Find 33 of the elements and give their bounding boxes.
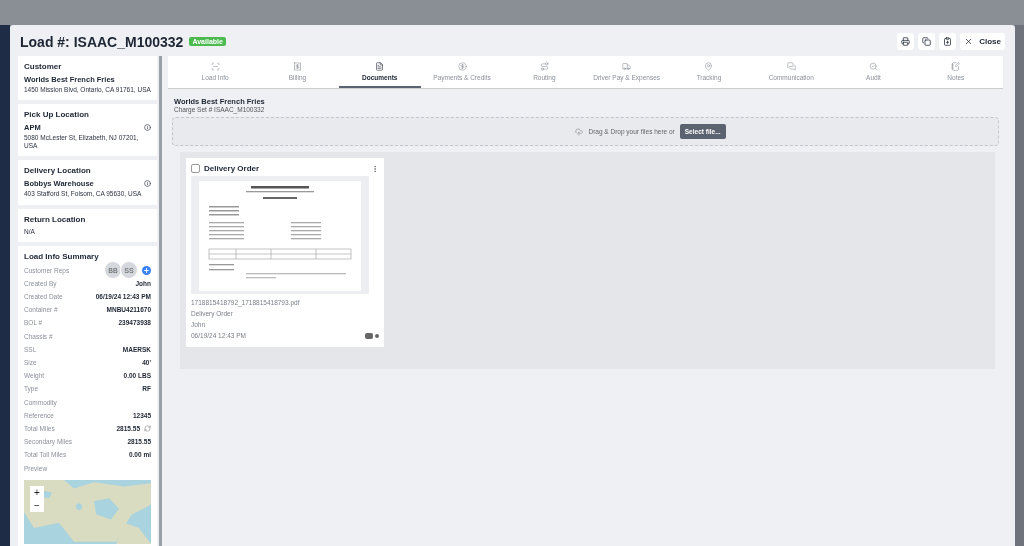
search-icon xyxy=(869,61,878,71)
dollar-icon xyxy=(457,61,467,71)
section-heading: Pick Up Location xyxy=(24,110,90,120)
copy-button[interactable] xyxy=(918,33,936,50)
add-icon[interactable] xyxy=(142,265,151,275)
close-icon xyxy=(964,37,974,46)
print-icon xyxy=(901,37,911,46)
receipt-icon xyxy=(292,61,302,71)
more-icon[interactable] xyxy=(371,164,379,173)
section-heading: Customer xyxy=(24,62,63,71)
clipboard-button[interactable] xyxy=(939,33,957,50)
refresh-icon[interactable] xyxy=(144,424,151,432)
info-icon[interactable] xyxy=(144,124,151,132)
window-title: Load #: ISAAC_M100332 xyxy=(20,33,184,50)
document-icon xyxy=(375,61,385,71)
truck-icon xyxy=(622,61,632,71)
document-title: Delivery Order xyxy=(204,164,261,173)
toggle-icon[interactable] xyxy=(365,332,379,339)
notes-icon xyxy=(951,61,961,71)
section-heading: Return Location xyxy=(24,214,87,224)
print-button[interactable] xyxy=(897,33,915,50)
close-button[interactable]: Close xyxy=(960,33,1005,50)
checkbox[interactable] xyxy=(191,164,200,173)
upload-icon xyxy=(575,127,584,136)
chat-icon xyxy=(786,61,796,71)
scan-icon xyxy=(210,61,220,71)
pin-icon xyxy=(704,61,714,71)
copy-icon xyxy=(922,37,932,46)
section-heading: Load Info Summary xyxy=(24,251,100,261)
info-icon[interactable] xyxy=(144,180,151,188)
section-heading: Delivery Location xyxy=(24,166,92,176)
route-icon xyxy=(539,61,549,71)
clipboard-icon xyxy=(943,37,953,46)
